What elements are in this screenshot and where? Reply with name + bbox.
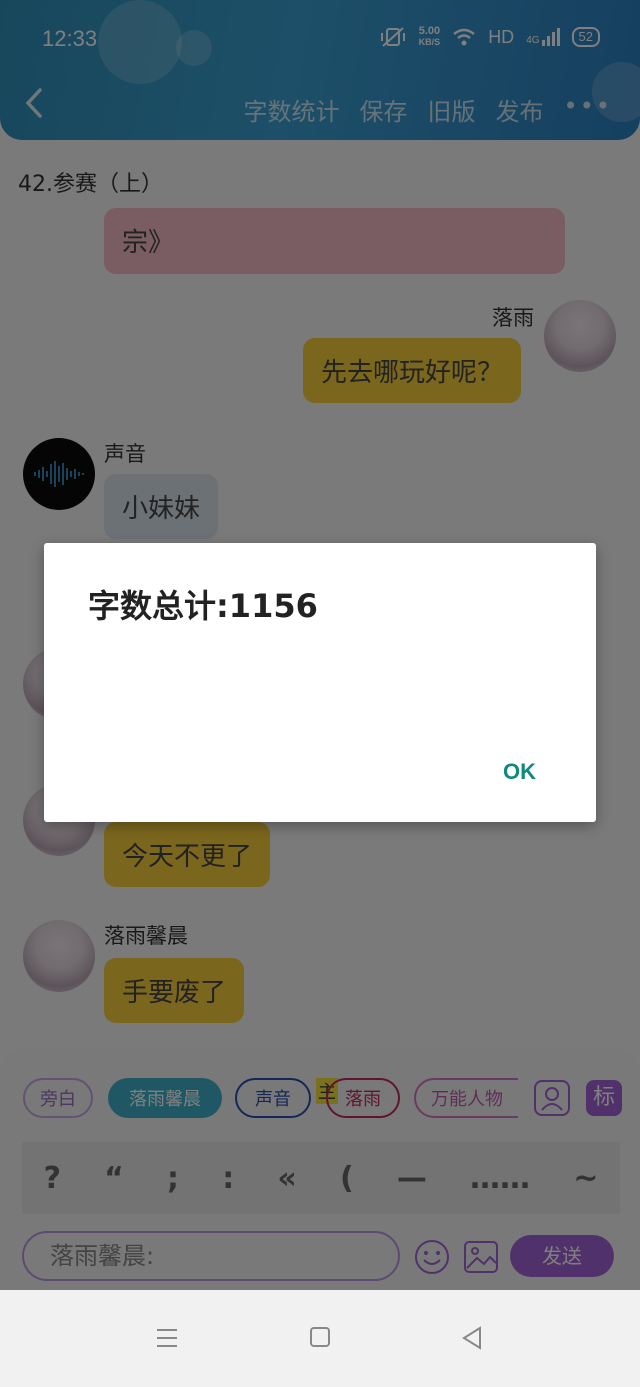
ok-button[interactable]: OK [503, 759, 536, 785]
back-nav-icon[interactable] [460, 1326, 484, 1350]
word-count-dialog: 字数总计:1156 OK [44, 543, 596, 822]
menu-icon[interactable] [155, 1326, 179, 1350]
home-icon[interactable] [309, 1326, 331, 1348]
system-nav-bar [0, 1290, 640, 1387]
dialog-title: 字数总计:1156 [88, 587, 318, 625]
